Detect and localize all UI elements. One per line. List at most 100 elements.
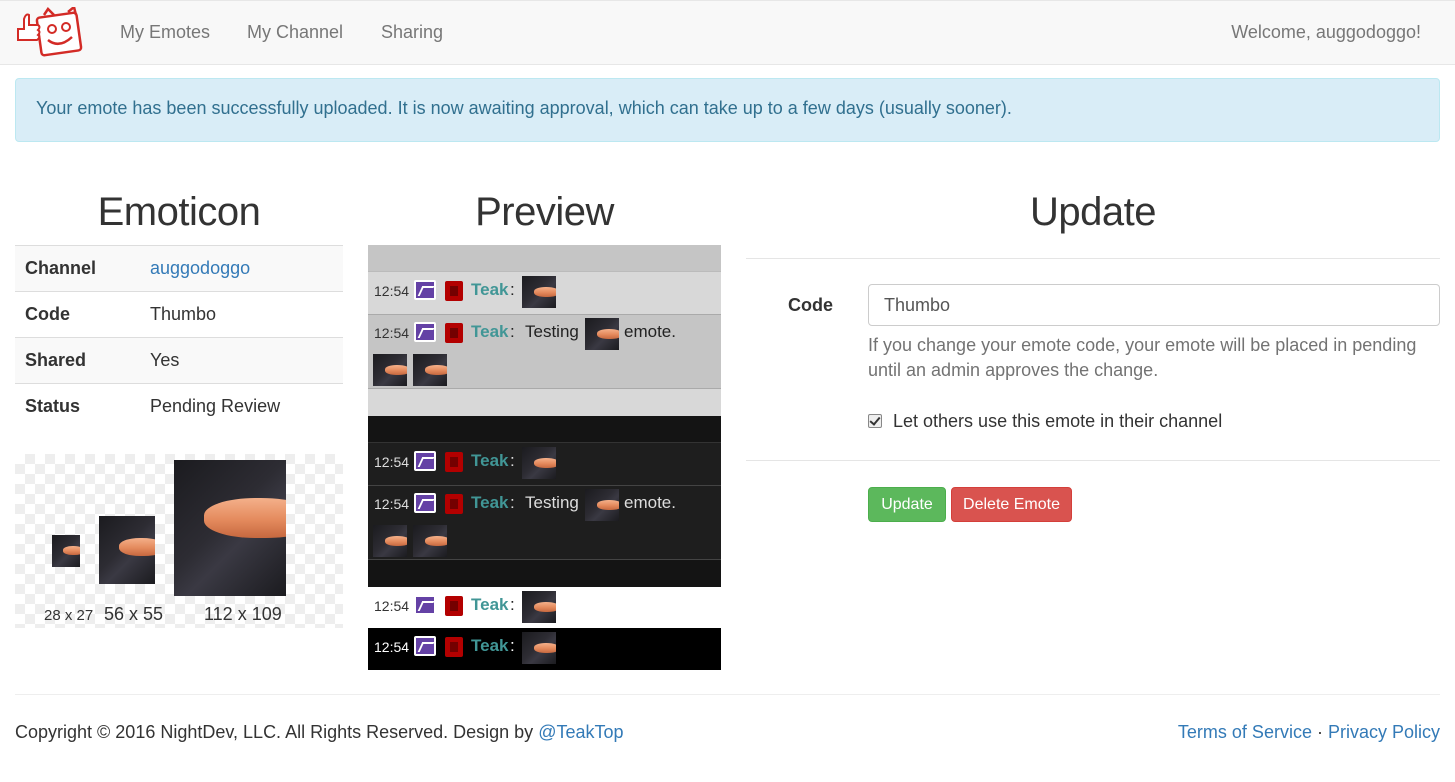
code-value: Thumbo xyxy=(140,291,343,338)
chat-colon: : xyxy=(510,322,515,341)
nav-my-emotes[interactable]: My Emotes xyxy=(120,22,210,43)
preview-heading: Preview xyxy=(475,190,614,234)
welcome-text: Welcome, auggodoggo! xyxy=(1231,22,1421,42)
chat-line: 12:54 Teak: xyxy=(368,447,721,479)
chat-colon: : xyxy=(510,280,515,299)
moderator-badge-icon xyxy=(445,637,463,657)
footer-links: Terms of Service · Privacy Policy xyxy=(1178,722,1440,743)
table-row: Channel auggodoggo xyxy=(15,245,343,292)
emote-image-medium xyxy=(99,516,155,584)
copyright-text: Copyright © 2016 NightDev, LLC. All Righ… xyxy=(15,722,539,742)
shared-key: Shared xyxy=(15,337,140,384)
preview-light-bottom xyxy=(368,389,721,416)
designer-link[interactable]: @TeakTop xyxy=(538,722,623,742)
code-key: Code xyxy=(15,291,140,338)
nav-my-channel[interactable]: My Channel xyxy=(247,22,343,43)
chat-nick: Teak xyxy=(471,595,509,614)
chat-colon: : xyxy=(510,451,515,470)
share-checkbox[interactable] xyxy=(868,414,882,428)
chat-timestamp: 12:54 xyxy=(374,598,410,614)
emote-image xyxy=(413,525,447,557)
emote-image xyxy=(373,354,407,386)
terms-link[interactable]: Terms of Service xyxy=(1178,722,1312,742)
chat-message-text: Testing xyxy=(525,493,579,512)
size-label-small: 28 x 27 xyxy=(44,607,94,624)
update-button[interactable]: Update xyxy=(868,487,946,522)
table-row: Shared Yes xyxy=(15,337,343,384)
chat-line: 12:54 Teak: xyxy=(368,632,721,664)
chat-line: 12:54 Teak: xyxy=(368,591,721,623)
code-input[interactable] xyxy=(868,284,1440,326)
emote-info-table: Channel auggodoggo Code Thumbo Shared Ye… xyxy=(15,245,343,430)
chat-colon: : xyxy=(510,595,515,614)
size-label-large: 112 x 109 xyxy=(204,604,282,624)
emote-image xyxy=(522,447,556,479)
emoticon-heading: Emoticon xyxy=(97,190,261,234)
size-label-medium: 56 x 55 xyxy=(104,604,164,624)
turbo-badge-icon xyxy=(414,451,436,471)
preview-light-top xyxy=(368,245,721,271)
chat-colon: : xyxy=(510,636,515,655)
emote-image xyxy=(522,591,556,623)
preview-dark-bottom xyxy=(368,560,721,587)
emote-image xyxy=(522,632,556,664)
chat-nick: Teak xyxy=(471,322,509,341)
chat-nick: Teak xyxy=(471,493,509,512)
footer-copyright: Copyright © 2016 NightDev, LLC. All Righ… xyxy=(15,722,624,743)
emote-image-small xyxy=(52,535,80,567)
chat-message-text: emote. xyxy=(624,322,676,341)
chat-timestamp: 12:54 xyxy=(374,639,410,655)
chat-message-text: Testing xyxy=(525,322,579,341)
table-row: Status Pending Review xyxy=(15,383,343,430)
emote-image xyxy=(413,354,447,386)
status-key: Status xyxy=(15,383,140,430)
code-label: Code xyxy=(788,295,833,315)
chat-line: 12:54 Teak: Testing emote. xyxy=(368,489,721,561)
emote-image xyxy=(585,489,619,521)
privacy-link[interactable]: Privacy Policy xyxy=(1328,722,1440,742)
status-value: Pending Review xyxy=(140,383,343,430)
emote-size-previews: 28 x 27 56 x 55 112 x 109 xyxy=(15,454,343,628)
chat-nick: Teak xyxy=(471,280,509,299)
success-alert: Your emote has been successfully uploade… xyxy=(15,78,1440,142)
channel-key: Channel xyxy=(15,245,140,292)
turbo-badge-icon xyxy=(414,493,436,513)
turbo-badge-icon xyxy=(414,322,436,342)
chat-preview: 12:54 Teak: 12:54 Teak: Testing emote. 12:54 Te… xyxy=(368,245,721,670)
channel-link[interactable]: auggodoggo xyxy=(150,258,250,278)
table-row: Code Thumbo xyxy=(15,291,343,338)
chat-nick: Teak xyxy=(471,451,509,470)
navbar: My Emotes My Channel Sharing Welcome, au… xyxy=(0,0,1455,65)
emote-image xyxy=(522,276,556,308)
update-divider-bottom xyxy=(746,460,1440,461)
moderator-badge-icon xyxy=(445,281,463,301)
moderator-badge-icon xyxy=(445,596,463,616)
moderator-badge-icon xyxy=(445,452,463,472)
update-divider-top xyxy=(746,258,1440,259)
footer-separator: · xyxy=(1311,722,1328,742)
chat-nick: Teak xyxy=(471,636,509,655)
moderator-badge-icon xyxy=(445,494,463,514)
emote-image-large xyxy=(174,460,286,596)
turbo-badge-icon xyxy=(414,595,436,615)
emote-image xyxy=(585,318,619,350)
chat-timestamp: 12:54 xyxy=(374,496,410,512)
footer-divider xyxy=(15,694,1440,695)
moderator-badge-icon xyxy=(445,323,463,343)
shared-value: Yes xyxy=(140,337,343,384)
chat-line: 12:54 Teak: Testing emote. xyxy=(368,318,721,390)
share-checkbox-label[interactable]: Let others use this emote in their chann… xyxy=(893,411,1222,432)
turbo-badge-icon xyxy=(414,280,436,300)
preview-dark-top xyxy=(368,416,721,442)
chat-timestamp: 12:54 xyxy=(374,325,410,341)
delete-emote-button[interactable]: Delete Emote xyxy=(951,487,1072,522)
chat-timestamp: 12:54 xyxy=(374,283,410,299)
code-help-text: If you change your emote code, your emot… xyxy=(868,335,1417,380)
nav-sharing[interactable]: Sharing xyxy=(381,22,443,43)
turbo-badge-icon xyxy=(414,636,436,656)
channel-value: auggodoggo xyxy=(140,245,343,292)
chat-colon: : xyxy=(510,493,515,512)
betterttv-logo-icon[interactable] xyxy=(14,7,84,57)
chat-timestamp: 12:54 xyxy=(374,454,410,470)
update-heading: Update xyxy=(1030,190,1156,234)
